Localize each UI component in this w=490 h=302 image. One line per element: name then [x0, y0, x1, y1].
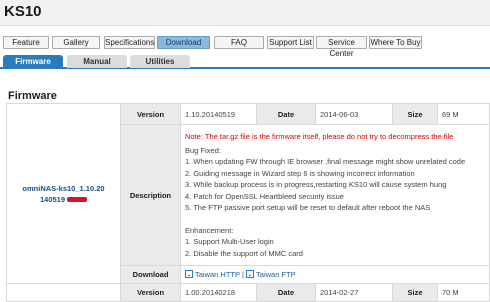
size-label: Size: [392, 103, 438, 125]
subtab-firmware[interactable]: Firmware: [3, 55, 63, 68]
bug-fixed-title: Bug Fixed:: [185, 145, 221, 155]
enhancement-title: Enhancement:: [185, 225, 234, 235]
subtab-utilities[interactable]: Utilities: [130, 55, 190, 68]
firmware-name-line2: 140519: [39, 194, 66, 204]
download-subtabs: Firmware Manual Utilities: [0, 55, 490, 69]
bug-item: 2. Guiding message in Wizard step 6 is s…: [185, 168, 415, 178]
version-value: 1.00.20140218: [180, 283, 257, 302]
date-label: Date: [256, 283, 316, 302]
subtab-manual[interactable]: Manual: [67, 55, 127, 68]
tab-download[interactable]: Download: [157, 36, 210, 49]
link-separator: |: [241, 270, 244, 279]
description-content: Note: The tar.gz file is the firmware it…: [180, 124, 490, 266]
table-row: omniNAS-ks10_1.10.20 140519 Version 1.10…: [6, 103, 490, 284]
firmware-note: Note: The tar.gz file is the firmware it…: [185, 132, 454, 141]
bug-item: 1. When updating FW through IE browser ,…: [185, 157, 466, 166]
bug-item: 4. Patch for OpenSSL Heartbleed security…: [185, 191, 344, 201]
tab-support-list[interactable]: Support List: [267, 36, 314, 49]
description-label: Description: [120, 124, 181, 266]
tab-gallery[interactable]: Gallery: [52, 36, 100, 49]
table-row: Version 1.00.20140218 Date 2014-02-27 Si…: [6, 283, 490, 302]
download-icon: [246, 270, 255, 278]
section-title: Firmware: [8, 90, 57, 102]
taiwan-http-link[interactable]: Taiwan HTTP: [195, 270, 240, 279]
bug-item: 5. The FTP passive port setup will be re…: [185, 203, 431, 212]
tab-specifications[interactable]: Specifications: [104, 36, 155, 49]
date-value: 2014-06-03: [315, 103, 393, 125]
bug-item: 3. While backup process is in progress,r…: [185, 180, 447, 189]
page-title: KS10: [4, 3, 42, 20]
download-label: Download: [120, 265, 181, 284]
version-label: Version: [120, 283, 181, 302]
tab-service-center[interactable]: Service Center: [316, 36, 367, 58]
firmware-name: omniNAS-ks10_1.10.20 140519: [6, 103, 121, 284]
firmware-name-line1: omniNAS-ks10_1.10.20: [22, 183, 105, 193]
page-header: KS10: [0, 0, 490, 26]
taiwan-ftp-link[interactable]: Taiwan FTP: [256, 270, 296, 279]
tab-faq[interactable]: FAQ: [214, 36, 264, 49]
tab-feature[interactable]: Feature: [3, 36, 49, 49]
redaction-mark: [67, 197, 88, 203]
version-value: 1.10.20140519: [180, 103, 257, 125]
size-value: 70 M: [437, 283, 490, 302]
enhancement-item: 1. Support Multi-User login: [185, 237, 274, 246]
enhancement-item: 2. Disable the support of MMC card: [185, 248, 303, 258]
download-icon: [185, 270, 193, 278]
date-label: Date: [256, 103, 316, 125]
download-links: Taiwan HTTP | Taiwan FTP: [180, 265, 490, 284]
version-label: Version: [120, 103, 181, 125]
size-label: Size: [392, 283, 438, 302]
date-value: 2014-02-27: [315, 283, 393, 302]
firmware-name: [6, 283, 121, 302]
size-value: 69 M: [437, 103, 490, 125]
tab-where-to-buy[interactable]: Where To Buy: [369, 36, 422, 49]
firmware-table: omniNAS-ks10_1.10.20 140519 Version 1.10…: [6, 103, 490, 302]
